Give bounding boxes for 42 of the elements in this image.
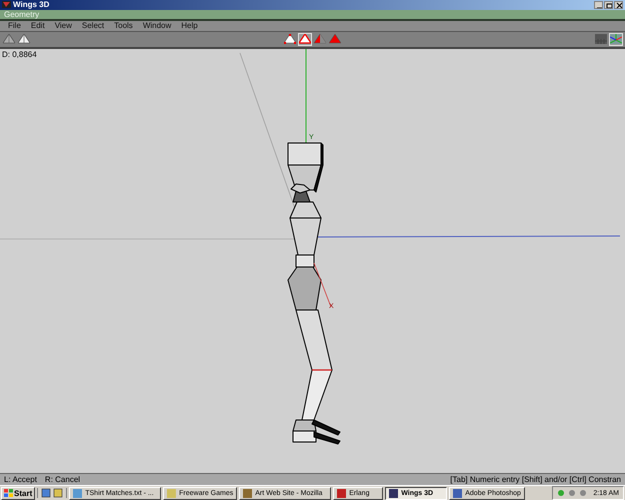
- grid-icon: [595, 34, 607, 44]
- restore-icon: [605, 2, 612, 8]
- shading-button[interactable]: [17, 32, 31, 46]
- pyramid-icon: [329, 34, 341, 44]
- x-axis-line: [314, 262, 332, 307]
- app-icon: [337, 488, 346, 498]
- groundplane-toggle[interactable]: [594, 32, 608, 46]
- pyramid-icon: [299, 34, 311, 44]
- window-title: Wings 3D: [13, 0, 50, 10]
- pyramid-icon: [284, 34, 296, 44]
- status-hint: L: Accept: [4, 475, 37, 484]
- select-mode-button[interactable]: [283, 32, 297, 46]
- app-icon: [453, 488, 462, 498]
- menu-item[interactable]: Help: [176, 21, 203, 30]
- window-title: Geometry: [4, 10, 40, 19]
- distance-readout: D: 0,8864: [2, 50, 37, 59]
- menu-item[interactable]: Edit: [26, 21, 50, 30]
- pyramid-icon: [3, 34, 15, 44]
- app-icon: [73, 488, 82, 498]
- axes-icon: [610, 34, 622, 44]
- app-icon: [243, 488, 252, 498]
- restore-button[interactable]: [604, 0, 613, 9]
- menu-item[interactable]: View: [50, 21, 77, 30]
- menu-item[interactable]: File: [3, 21, 26, 30]
- select-mode-button[interactable]: [298, 32, 312, 46]
- status-hint: R: Cancel: [44, 475, 80, 484]
- menu-item[interactable]: Tools: [109, 21, 138, 30]
- axes-toggle[interactable]: [609, 32, 623, 46]
- shading-button[interactable]: [2, 32, 16, 46]
- menu-item[interactable]: Window: [138, 21, 176, 30]
- windows-logo-icon: [4, 489, 13, 497]
- close-button[interactable]: [614, 0, 623, 9]
- minimize-button[interactable]: [594, 0, 603, 9]
- pyramid-icon: [314, 34, 326, 44]
- app-icon: [2, 1, 11, 8]
- close-icon: [615, 2, 622, 8]
- app-icon: [167, 488, 176, 498]
- pyramid-icon: [18, 34, 30, 44]
- status-hint: [Tab] Numeric entry [Shift] and/or [Ctrl] Constran: [450, 475, 621, 484]
- menu-item[interactable]: Select: [76, 21, 110, 30]
- app-icon: [389, 488, 398, 498]
- start-button[interactable]: Start: [1, 486, 36, 500]
